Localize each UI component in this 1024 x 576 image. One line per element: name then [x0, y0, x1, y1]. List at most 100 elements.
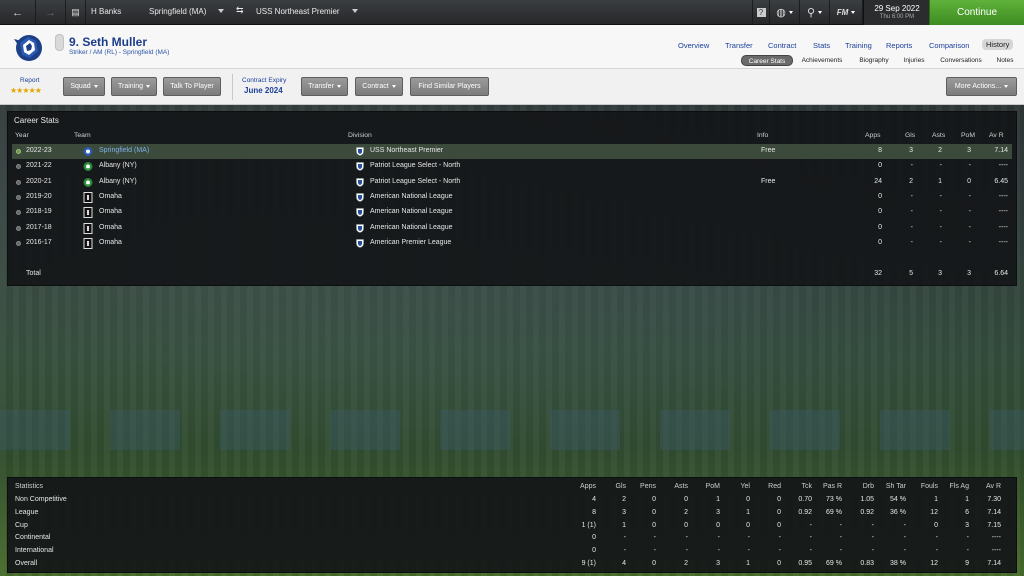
- training-button[interactable]: Training: [111, 77, 157, 96]
- stat-value: 0: [592, 547, 596, 555]
- row-division[interactable]: Patriot League Select - North: [370, 178, 460, 185]
- col-assists[interactable]: Asts: [932, 132, 945, 139]
- tab-stats[interactable]: Stats: [813, 41, 830, 50]
- tab-reports[interactable]: Reports: [886, 41, 912, 50]
- row-team[interactable]: Albany (NY): [99, 178, 137, 185]
- stat-value: 0: [716, 521, 720, 529]
- row-team[interactable]: Omaha: [99, 208, 122, 215]
- player-header: 9. Seth Muller Striker / AM (RL) - Sprin…: [0, 25, 1024, 69]
- home-button[interactable]: ▤: [66, 0, 86, 25]
- contract-expiry-label: Contract Expiry: [242, 77, 287, 84]
- chevron-down-icon[interactable]: [352, 9, 358, 13]
- row-division[interactable]: American National League: [370, 224, 453, 231]
- row-assists: -: [939, 208, 942, 216]
- col-year[interactable]: Year: [15, 132, 29, 139]
- career-row[interactable]: 2019-20 Omaha American National League 0- - -…: [12, 190, 1012, 205]
- stat-col-header[interactable]: Pens: [626, 483, 656, 490]
- date-display[interactable]: 29 Sep 2022 Thu 6:00 PM: [863, 0, 929, 25]
- club-selector[interactable]: Springfield (MA): [149, 7, 206, 16]
- career-row[interactable]: 2020-21 Albany (NY) Patriot League Select …: [12, 175, 1012, 190]
- col-team[interactable]: Team: [74, 132, 91, 139]
- subtab-notes[interactable]: Notes: [992, 55, 1018, 66]
- row-division[interactable]: American Premier League: [370, 239, 451, 246]
- col-division[interactable]: Division: [348, 132, 372, 139]
- stat-col-header[interactable]: PoM: [690, 483, 720, 490]
- row-team[interactable]: Omaha: [99, 193, 122, 200]
- team-crest-icon: [83, 147, 93, 156]
- more-actions-button[interactable]: More Actions...: [946, 77, 1017, 96]
- row-pom: 3: [967, 147, 971, 154]
- tab-training[interactable]: Training: [845, 41, 872, 50]
- row-division[interactable]: Patriot League Select - North: [370, 162, 460, 169]
- stat-col-header[interactable]: Av R: [971, 483, 1001, 490]
- stat-value: -: [623, 547, 626, 555]
- row-avr: 6.45: [994, 177, 1008, 185]
- forward-arrow-icon: →: [45, 6, 56, 19]
- row-apps: 0: [878, 162, 882, 170]
- stat-col-header[interactable]: Tck: [782, 483, 813, 490]
- stat-col-header[interactable]: Fouls: [908, 483, 938, 490]
- contract-button[interactable]: Contract: [355, 77, 403, 96]
- report-label[interactable]: Report: [20, 77, 40, 84]
- search-button[interactable]: ⚲: [800, 0, 830, 25]
- manager-name[interactable]: H Banks: [91, 7, 121, 16]
- row-team[interactable]: Albany (NY): [99, 162, 137, 169]
- career-row[interactable]: 2016-17 Omaha American Premier League 0- - - -…: [12, 236, 1012, 251]
- stat-col-header[interactable]: Pas R: [812, 483, 842, 490]
- total-apps: 32: [874, 270, 882, 277]
- career-row[interactable]: 2022-23 Springfield (MA) USS Northeast Pre…: [12, 144, 1012, 159]
- subtab-career-stats[interactable]: Career Stats: [741, 55, 793, 66]
- back-button[interactable]: ←: [0, 0, 36, 25]
- stat-col-header[interactable]: Fls Ag: [939, 483, 969, 490]
- help-icon: ?: [756, 8, 766, 17]
- tab-overview[interactable]: Overview: [678, 41, 709, 50]
- find-similar-players-button[interactable]: Find Similar Players: [410, 77, 489, 96]
- row-division[interactable]: American National League: [370, 193, 453, 200]
- squad-button[interactable]: Squad: [63, 77, 105, 96]
- help-button[interactable]: ?: [752, 0, 770, 25]
- stat-col-header[interactable]: Asts: [658, 483, 688, 490]
- row-division[interactable]: American National League: [370, 208, 453, 215]
- row-division[interactable]: USS Northeast Premier: [370, 147, 443, 154]
- stat-col-header[interactable]: Yel: [720, 483, 750, 490]
- forward-button[interactable]: →: [36, 0, 66, 25]
- tab-transfer[interactable]: Transfer: [725, 41, 753, 50]
- world-button[interactable]: ◍: [770, 0, 800, 25]
- transfer-button[interactable]: Transfer: [301, 77, 348, 96]
- career-row[interactable]: 2018-19 Omaha American National League 0- - -…: [12, 205, 1012, 220]
- stat-col-header[interactable]: Drb: [844, 483, 874, 490]
- tab-comparison[interactable]: Comparison: [929, 41, 969, 50]
- continue-button[interactable]: Continue: [929, 0, 1024, 25]
- stat-col-header[interactable]: Sh Tar: [876, 483, 906, 490]
- col-avr[interactable]: Av R: [989, 132, 1004, 139]
- chevron-down-icon[interactable]: [218, 9, 224, 13]
- fm-menu-button[interactable]: FM: [830, 0, 863, 25]
- talk-to-player-button[interactable]: Talk To Player: [163, 77, 221, 96]
- col-info[interactable]: Info: [757, 132, 768, 139]
- stat-value: 73 %: [826, 496, 842, 503]
- subtab-conversations[interactable]: Conversations: [934, 55, 988, 66]
- stat-col-header[interactable]: Red: [751, 483, 781, 490]
- col-pom[interactable]: PoM: [961, 132, 975, 139]
- row-team[interactable]: Omaha: [99, 239, 122, 246]
- subtab-achievements[interactable]: Achievements: [796, 55, 848, 66]
- row-team[interactable]: Springfield (MA): [99, 147, 149, 154]
- subtab-biography[interactable]: Biography: [853, 55, 895, 66]
- row-year: 2017-18: [26, 223, 52, 231]
- tab-contract[interactable]: Contract: [768, 41, 796, 50]
- stat-col-header[interactable]: Gls: [596, 483, 627, 490]
- player-position-club[interactable]: Striker / AM (RL) - Springfield (MA): [69, 49, 169, 56]
- competition-selector[interactable]: USS Northeast Premier: [256, 7, 340, 16]
- division-shield-icon: [356, 177, 364, 187]
- row-team[interactable]: Omaha: [99, 224, 122, 231]
- transfer-label: Transfer: [308, 83, 334, 90]
- career-row[interactable]: 2021-22 Albany (NY) Patriot League Select …: [12, 159, 1012, 174]
- col-apps[interactable]: Apps: [865, 132, 881, 139]
- career-row[interactable]: 2017-18 Omaha American National League 0- - -…: [12, 221, 1012, 236]
- tab-history[interactable]: History: [982, 39, 1014, 50]
- top-bar: ← → ▤ H Banks Springfield (MA) ⇆ USS Nor…: [0, 0, 1024, 25]
- col-goals[interactable]: Gls: [905, 132, 915, 139]
- row-indicator-icon: [16, 149, 21, 154]
- stat-col-header[interactable]: Apps: [566, 483, 596, 490]
- subtab-injuries[interactable]: Injuries: [898, 55, 930, 66]
